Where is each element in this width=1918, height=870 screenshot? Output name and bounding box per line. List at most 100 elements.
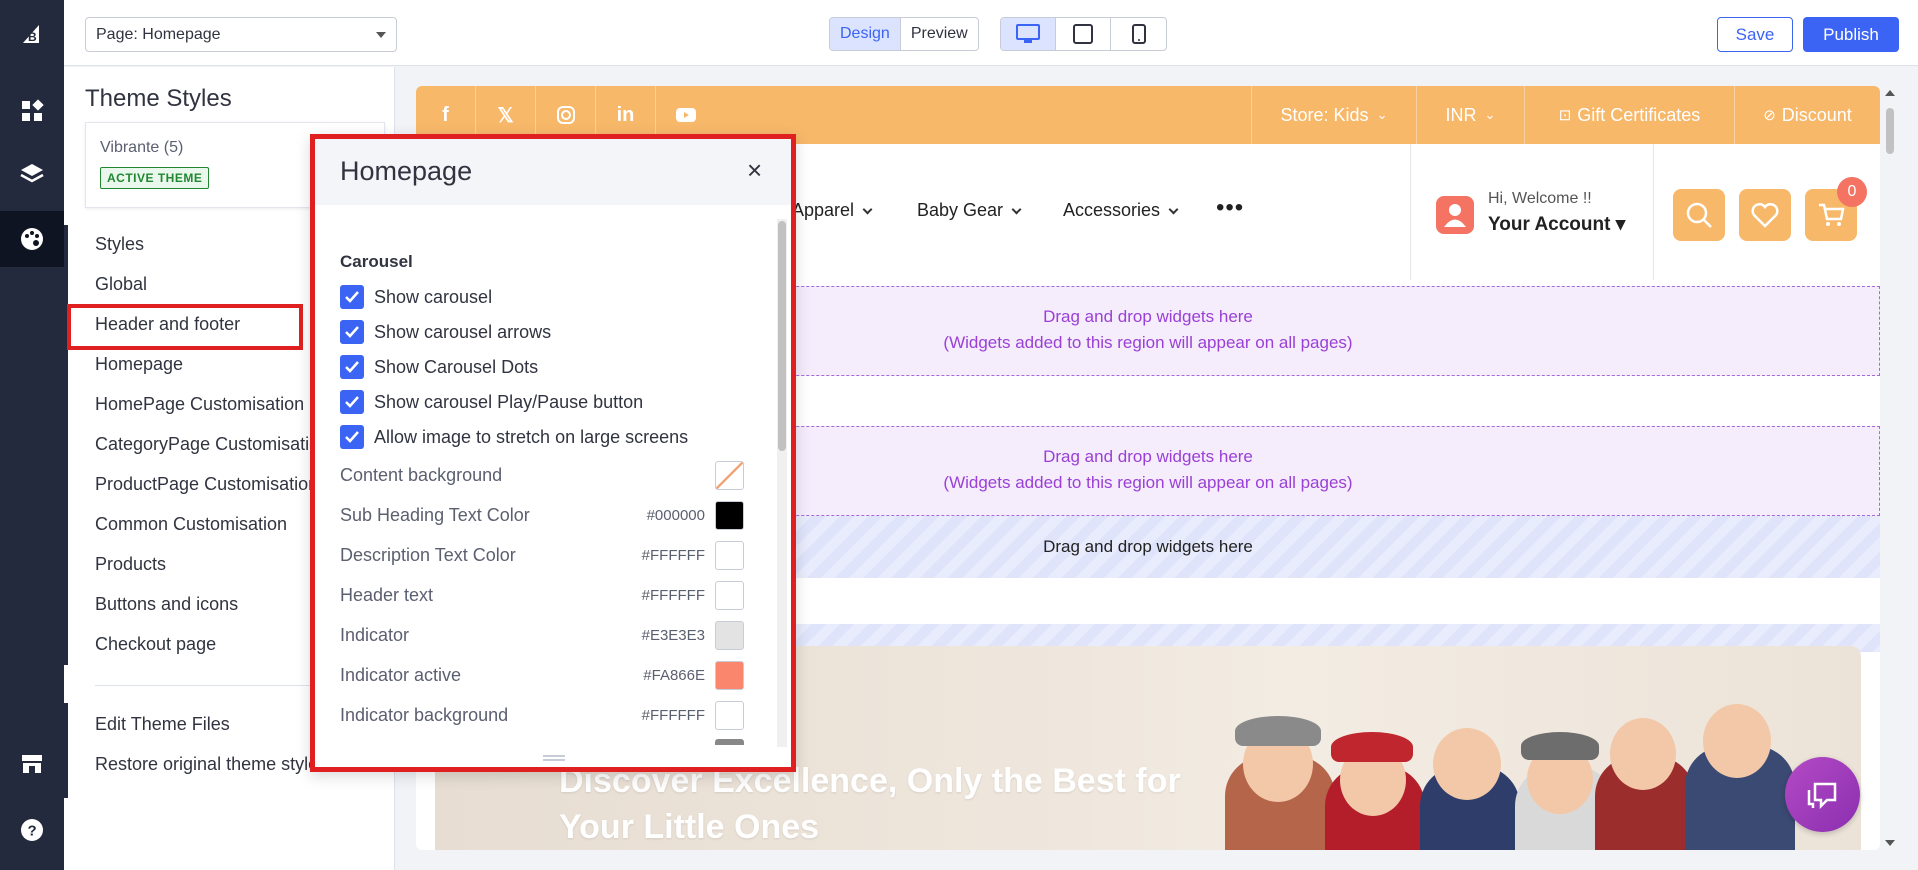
show-carousel-arrows-label: Show carousel arrows xyxy=(374,321,552,342)
carousel-section-label: Carousel xyxy=(340,252,413,271)
menu-baby-gear[interactable]: Baby Gear xyxy=(917,200,1022,221)
currency-selector[interactable]: INR ⌄ xyxy=(1416,86,1524,144)
indicator-color-row: Indicator #E3E3E3 xyxy=(340,619,744,651)
menu-accessories-label: Accessories xyxy=(1063,200,1161,220)
checkbox-checked-icon xyxy=(340,285,364,309)
chevron-down-icon xyxy=(376,31,386,38)
cart-count-badge: 0 xyxy=(1837,177,1867,207)
stretch-image-checkbox[interactable]: Allow image to stretch on large screens xyxy=(340,425,688,449)
scroll-up-icon[interactable] xyxy=(1885,90,1895,96)
palette-icon[interactable] xyxy=(0,211,64,267)
menu-accessories[interactable]: Accessories xyxy=(1063,200,1179,221)
store-selector[interactable]: Store: Kids ⌄ xyxy=(1251,86,1416,144)
save-button[interactable]: Save xyxy=(1717,17,1793,52)
color-hex: #FFFFFF xyxy=(641,586,705,604)
dashboard-icon[interactable] xyxy=(0,83,64,139)
chevron-down-icon: ⌄ xyxy=(1376,107,1388,122)
sidebar-item-homepage[interactable]: Homepage xyxy=(95,354,183,375)
svg-text:?: ? xyxy=(28,823,37,840)
show-play-pause-checkbox[interactable]: Show carousel Play/Pause button xyxy=(340,390,643,414)
chat-button[interactable] xyxy=(1785,757,1860,832)
tablet-view-button[interactable] xyxy=(1056,18,1111,50)
sub-heading-color-row: Sub Heading Text Color #000000 xyxy=(340,499,744,531)
sidebar-item-categorypage-customisation[interactable]: CategoryPage Customisation xyxy=(95,434,329,455)
sidebar-item-restore-theme-styles[interactable]: Restore original theme styles xyxy=(95,754,327,775)
sidebar-item-common-customisation[interactable]: Common Customisation xyxy=(95,514,287,535)
show-carousel-checkbox[interactable]: Show carousel xyxy=(340,285,492,309)
color-swatch[interactable] xyxy=(715,540,744,570)
chevron-down-icon xyxy=(1011,204,1022,215)
color-swatch[interactable] xyxy=(715,500,744,530)
scroll-down-icon[interactable] xyxy=(1885,840,1895,846)
design-mode-button[interactable]: Design xyxy=(830,18,901,50)
content-background-row: Content background xyxy=(340,459,744,491)
color-hex: #E3E3E3 xyxy=(641,626,705,644)
nav-accent-bar-footer xyxy=(64,703,68,798)
mobile-view-button[interactable] xyxy=(1111,18,1166,50)
publish-button[interactable]: Publish xyxy=(1803,17,1899,52)
bigcommerce-logo-icon[interactable]: B xyxy=(0,6,64,62)
color-swatch[interactable] xyxy=(715,700,744,730)
sidebar-item-styles[interactable]: Styles xyxy=(95,234,144,255)
your-account-link[interactable]: Your Account ▾ xyxy=(1488,213,1625,236)
page-select[interactable]: Page: Homepage xyxy=(85,17,397,52)
top-bar: Page: Homepage Design Preview Save Publi… xyxy=(64,0,1918,66)
close-icon[interactable]: × xyxy=(747,157,762,183)
color-label: Indicator xyxy=(340,624,410,645)
checkbox-checked-icon xyxy=(340,355,364,379)
sidebar-item-homepage-customisation[interactable]: HomePage Customisation xyxy=(95,394,304,415)
show-carousel-dots-checkbox[interactable]: Show Carousel Dots xyxy=(340,355,538,379)
menu-apparel[interactable]: Apparel xyxy=(792,200,873,221)
resize-handle-icon[interactable] xyxy=(543,755,565,761)
description-color-row: Description Text Color #FFFFFF xyxy=(340,539,744,571)
mode-toggle: Design Preview xyxy=(829,17,979,51)
help-icon[interactable]: ? xyxy=(0,802,64,858)
panel-scrollbar[interactable] xyxy=(777,219,787,747)
more-menu-icon[interactable]: ••• xyxy=(1216,194,1244,222)
panel-header: Homepage × xyxy=(315,139,791,205)
scroll-thumb[interactable] xyxy=(1886,108,1894,154)
wishlist-heart-icon[interactable] xyxy=(1739,189,1791,241)
indicator-background-color-row: Indicator background #FFFFFF xyxy=(340,699,744,731)
show-carousel-arrows-checkbox[interactable]: Show carousel arrows xyxy=(340,320,551,344)
store-selector-label: Store: Kids xyxy=(1280,104,1369,125)
chevron-down-icon xyxy=(862,204,873,215)
user-icon[interactable] xyxy=(1436,196,1474,234)
nav-accent-bar xyxy=(64,225,68,665)
scroll-thumb[interactable] xyxy=(778,221,786,451)
preview-mode-button[interactable]: Preview xyxy=(901,18,978,50)
layers-icon[interactable] xyxy=(0,146,64,202)
mobile-icon xyxy=(1131,24,1146,44)
color-swatch[interactable] xyxy=(715,620,744,650)
checkbox-checked-icon xyxy=(340,390,364,414)
discount-icon: ⊘ xyxy=(1763,107,1776,124)
indicator-active-color-row: Indicator active #FA866E xyxy=(340,659,744,691)
sidebar-item-productpage-customisation[interactable]: ProductPage Customisation xyxy=(95,474,318,495)
discount-link[interactable]: ⊘ Discount xyxy=(1734,86,1880,144)
color-hex: #FFFFFF xyxy=(641,706,705,724)
sidebar-item-global[interactable]: Global xyxy=(95,274,147,295)
chevron-down-icon xyxy=(1168,204,1179,215)
search-icon[interactable] xyxy=(1673,189,1725,241)
canvas-scrollbar[interactable] xyxy=(1883,86,1897,850)
sidebar-item-buttons-icons[interactable]: Buttons and icons xyxy=(95,594,238,615)
sidebar-item-products[interactable]: Products xyxy=(95,554,166,575)
color-hex: #FFFFFF xyxy=(641,546,705,564)
color-swatch-transparent[interactable] xyxy=(715,460,744,490)
sidebar-item-edit-theme-files[interactable]: Edit Theme Files xyxy=(95,714,230,735)
chat-bubble-icon xyxy=(1807,782,1836,809)
sidebar-item-checkout-page[interactable]: Checkout page xyxy=(95,634,216,655)
storefront-icon[interactable] xyxy=(0,736,64,792)
checkbox-checked-icon xyxy=(340,425,364,449)
gift-certificates-link[interactable]: ⊡ Gift Certificates xyxy=(1524,86,1734,144)
header-divider xyxy=(1410,144,1411,280)
color-swatch[interactable] xyxy=(715,580,744,610)
page-select-label: Page: Homepage xyxy=(96,25,221,43)
youtube-glyph xyxy=(676,108,696,122)
header-divider xyxy=(1653,144,1654,280)
color-label: Indicator background xyxy=(340,704,509,725)
color-label: Indicator active xyxy=(340,664,462,685)
checkbox-checked-icon xyxy=(340,320,364,344)
desktop-view-button[interactable] xyxy=(1001,18,1056,50)
color-swatch[interactable] xyxy=(715,660,744,690)
